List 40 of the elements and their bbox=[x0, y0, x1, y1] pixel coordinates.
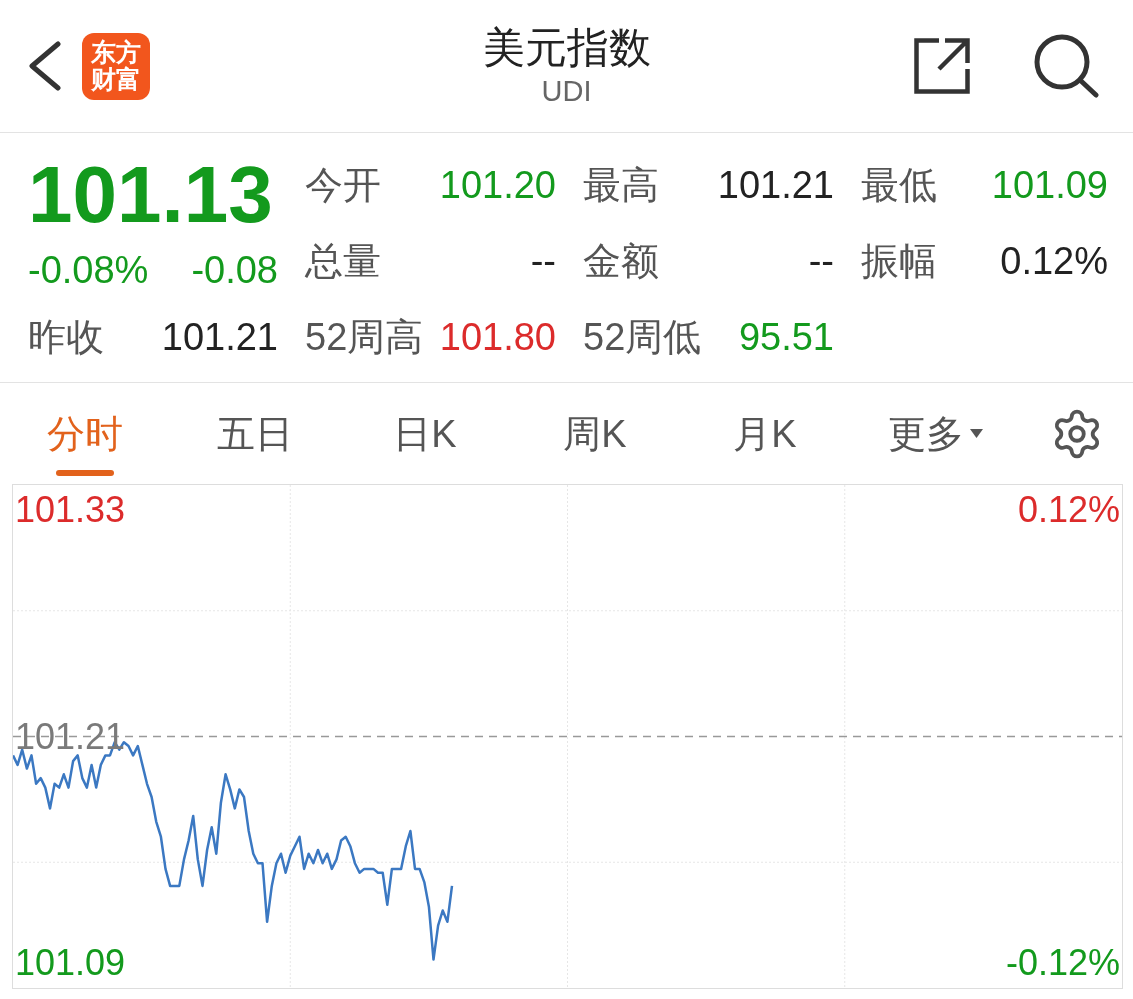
percent-label: 0.12% bbox=[1017, 491, 1120, 528]
stat-label: 总量 bbox=[305, 239, 381, 283]
change-value: -0.08 bbox=[191, 248, 278, 292]
caret-down-icon bbox=[969, 429, 983, 438]
stat-label: 52周高 bbox=[305, 315, 424, 359]
stat-label: 振幅 bbox=[861, 239, 937, 283]
stat-value: 101.21 bbox=[161, 315, 278, 359]
stat-value: 0.12% bbox=[1000, 239, 1108, 283]
axis-label: 101.33 bbox=[15, 491, 126, 528]
tab[interactable]: 月K bbox=[733, 383, 797, 484]
stat-label: 最高 bbox=[583, 163, 659, 207]
arrow-out-of-box-icon[interactable] bbox=[914, 38, 970, 94]
stat-value: -- bbox=[808, 239, 834, 283]
page-title: 美元指数 bbox=[482, 23, 651, 73]
app-logo: 东方财富 bbox=[82, 32, 150, 100]
tab[interactable]: 周K bbox=[563, 383, 627, 484]
stat-value: 95.51 bbox=[738, 315, 834, 359]
percent-label: -0.12% bbox=[1005, 945, 1120, 982]
stat-value: 101.09 bbox=[991, 163, 1108, 207]
stat-value: 101.20 bbox=[439, 163, 556, 207]
stat-label: 52周低 bbox=[583, 315, 702, 359]
tab[interactable]: 分时 bbox=[47, 383, 123, 484]
stat-label: 今开 bbox=[305, 163, 381, 207]
change-percent: -0.08% bbox=[28, 248, 149, 292]
axis-label: 101.21 bbox=[15, 718, 126, 755]
tab[interactable]: 日K bbox=[393, 383, 457, 484]
active-tab-underline bbox=[56, 470, 114, 476]
stat-value: 101.21 bbox=[717, 163, 834, 207]
axis-label: 101.09 bbox=[15, 945, 126, 982]
stat-label: 昨收 bbox=[28, 315, 104, 359]
search-icon[interactable] bbox=[1034, 34, 1100, 98]
stat-label: 金额 bbox=[583, 239, 659, 283]
stat-value: 101.80 bbox=[439, 315, 556, 359]
stat-value: -- bbox=[530, 239, 556, 283]
last-price: 101.13 bbox=[28, 155, 274, 235]
stat-label: 最低 bbox=[861, 163, 937, 207]
tab[interactable]: 更多 bbox=[887, 383, 983, 484]
chevron-left-icon[interactable] bbox=[27, 41, 61, 91]
tab[interactable]: 五日 bbox=[217, 383, 293, 484]
symbol-code: UDI bbox=[541, 74, 592, 109]
